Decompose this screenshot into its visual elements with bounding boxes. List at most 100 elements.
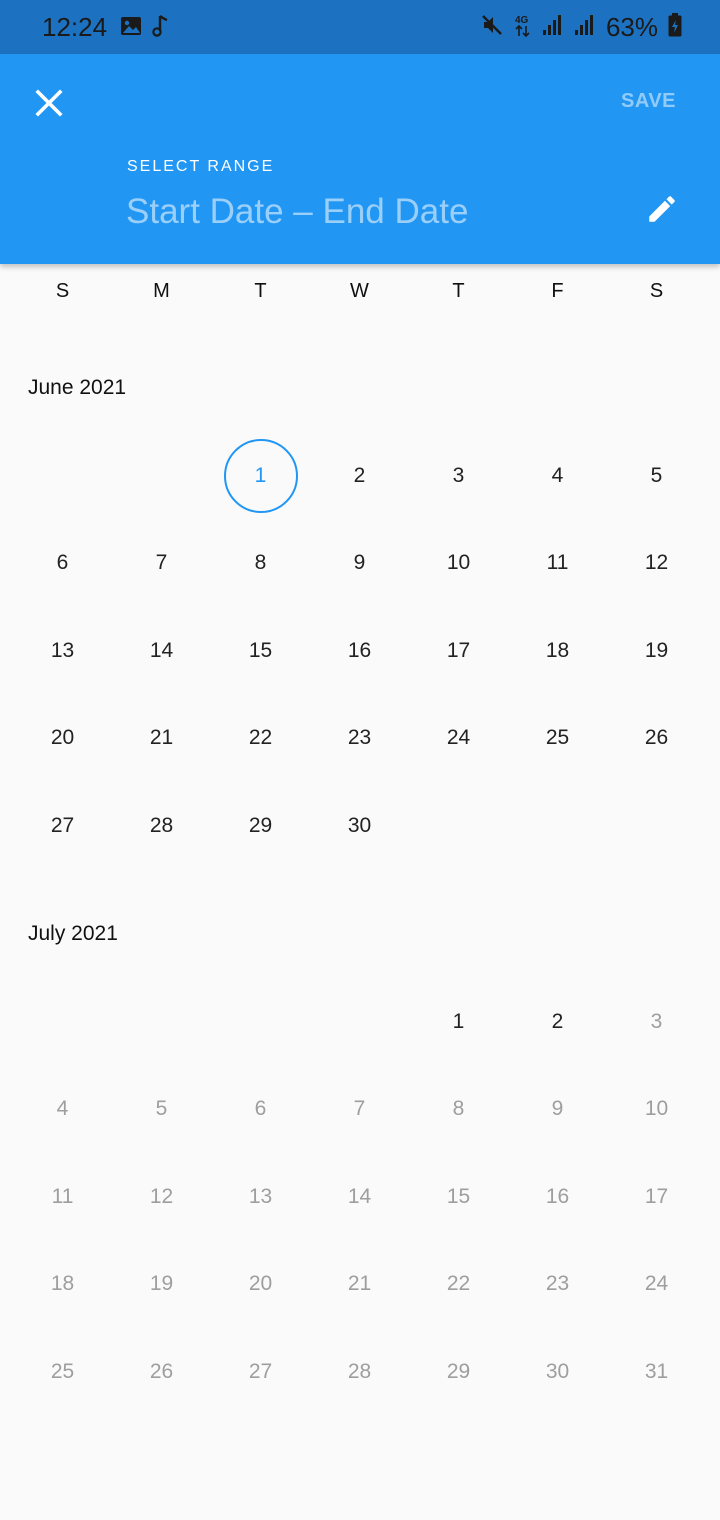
day-cell: 16 xyxy=(508,1153,607,1241)
day-cell[interactable]: 25 xyxy=(508,695,607,783)
day-cell: 12 xyxy=(112,1153,211,1241)
day-cell[interactable]: 12 xyxy=(607,520,706,608)
close-icon xyxy=(35,88,63,122)
day-number: 24 xyxy=(446,726,471,750)
day-number: 14 xyxy=(347,1184,372,1208)
day-number: 28 xyxy=(149,813,174,837)
day-cell[interactable]: 29 xyxy=(211,782,310,870)
day-cell[interactable]: 24 xyxy=(409,695,508,783)
day-number: 2 xyxy=(551,1009,564,1033)
day-number: 31 xyxy=(644,1359,669,1383)
day-cell[interactable]: 27 xyxy=(13,782,112,870)
day-cell: 6 xyxy=(211,1066,310,1154)
day-cell: 5 xyxy=(112,1066,211,1154)
day-cell[interactable]: 2 xyxy=(508,978,607,1066)
day-cell[interactable]: 26 xyxy=(607,695,706,783)
day-cell[interactable]: 19 xyxy=(607,607,706,695)
day-number: 3 xyxy=(650,1009,663,1033)
status-right-icons: 4G 63% xyxy=(480,12,682,43)
day-number: 5 xyxy=(155,1097,168,1121)
day-number: 2 xyxy=(353,463,366,487)
save-button[interactable]: SAVE xyxy=(621,90,676,113)
day-cell[interactable]: 3 xyxy=(409,432,508,520)
day-number: 27 xyxy=(50,813,75,837)
day-cell[interactable]: 18 xyxy=(508,607,607,695)
day-number: 29 xyxy=(248,813,273,837)
day-cell-today[interactable]: 1 xyxy=(211,432,310,520)
day-number: 17 xyxy=(644,1184,669,1208)
day-cell: 20 xyxy=(211,1241,310,1329)
day-cell[interactable]: 7 xyxy=(112,520,211,608)
day-number: 24 xyxy=(644,1272,669,1296)
svg-text:4G: 4G xyxy=(515,15,529,26)
day-number: 4 xyxy=(56,1097,69,1121)
day-cell: 4 xyxy=(13,1066,112,1154)
signal-icon xyxy=(542,14,564,41)
day-number: 21 xyxy=(149,726,174,750)
weekday-label: S xyxy=(649,280,664,302)
image-icon xyxy=(120,16,142,41)
day-cell[interactable]: 11 xyxy=(508,520,607,608)
day-number: 26 xyxy=(149,1359,174,1383)
day-cell[interactable]: 6 xyxy=(13,520,112,608)
battery-icon xyxy=(668,13,682,42)
day-cell: 11 xyxy=(13,1153,112,1241)
day-number: 17 xyxy=(446,638,471,662)
day-number: 3 xyxy=(452,463,465,487)
day-cell: 21 xyxy=(310,1241,409,1329)
day-cell[interactable]: 14 xyxy=(112,607,211,695)
day-cell[interactable]: 2 xyxy=(310,432,409,520)
month-title: June 2021 xyxy=(28,376,127,399)
day-cell[interactable]: 8 xyxy=(211,520,310,608)
day-cell: 27 xyxy=(211,1328,310,1416)
day-cell[interactable]: 21 xyxy=(112,695,211,783)
day-cell: 17 xyxy=(607,1153,706,1241)
selected-range-text: Start Date – End Date xyxy=(126,192,469,231)
day-number: 29 xyxy=(446,1359,471,1383)
day-cell[interactable]: 4 xyxy=(508,432,607,520)
day-cell[interactable]: 22 xyxy=(211,695,310,783)
day-cell: 29 xyxy=(409,1328,508,1416)
day-cell[interactable]: 10 xyxy=(409,520,508,608)
day-cell[interactable]: 15 xyxy=(211,607,310,695)
select-range-label: SELECT RANGE xyxy=(127,158,275,175)
close-button[interactable] xyxy=(28,84,70,126)
day-number: 23 xyxy=(347,726,372,750)
day-number: 19 xyxy=(644,638,669,662)
empty-day-cell xyxy=(310,978,409,1066)
day-cell[interactable]: 23 xyxy=(310,695,409,783)
day-cell: 24 xyxy=(607,1241,706,1329)
day-number: 13 xyxy=(248,1184,273,1208)
day-cell[interactable]: 28 xyxy=(112,782,211,870)
day-cell: 7 xyxy=(310,1066,409,1154)
weekday-label: F xyxy=(551,280,564,302)
day-cell[interactable]: 9 xyxy=(310,520,409,608)
day-cell: 15 xyxy=(409,1153,508,1241)
pencil-icon xyxy=(645,192,679,231)
status-left-icons xyxy=(120,14,170,43)
empty-day-cell xyxy=(112,432,211,520)
day-number: 16 xyxy=(545,1184,570,1208)
day-cell: 30 xyxy=(508,1328,607,1416)
day-number: 5 xyxy=(650,463,663,487)
weekday-label: T xyxy=(452,280,465,302)
day-cell: 9 xyxy=(508,1066,607,1154)
day-cell[interactable]: 13 xyxy=(13,607,112,695)
day-cell[interactable]: 16 xyxy=(310,607,409,695)
day-cell[interactable]: 17 xyxy=(409,607,508,695)
day-number: 26 xyxy=(644,726,669,750)
day-cell[interactable]: 1 xyxy=(409,978,508,1066)
day-cell: 3 xyxy=(607,978,706,1066)
day-cell: 10 xyxy=(607,1066,706,1154)
edit-input-mode-button[interactable] xyxy=(642,191,682,231)
day-number: 10 xyxy=(446,551,471,575)
day-cell[interactable]: 5 xyxy=(607,432,706,520)
day-cell: 19 xyxy=(112,1241,211,1329)
day-number: 8 xyxy=(254,551,267,575)
day-cell[interactable]: 30 xyxy=(310,782,409,870)
battery-percent: 63% xyxy=(605,12,658,42)
day-cell: 26 xyxy=(112,1328,211,1416)
day-number: 11 xyxy=(546,551,569,575)
day-cell[interactable]: 20 xyxy=(13,695,112,783)
day-number: 18 xyxy=(50,1272,75,1296)
